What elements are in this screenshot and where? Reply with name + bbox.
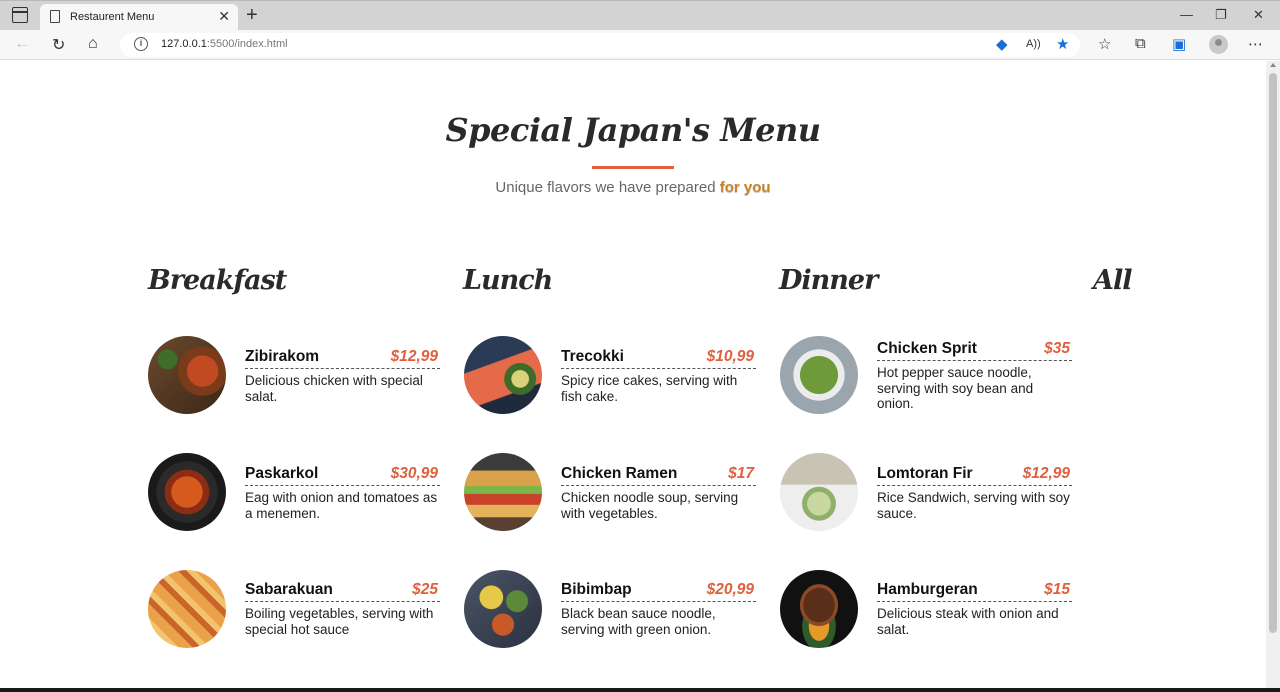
- dish-description: Hot pepper sauce noodle, serving with so…: [877, 365, 1034, 411]
- dish-divider: [245, 368, 440, 369]
- dish-divider: [877, 601, 1072, 602]
- collections-icon[interactable]: ⧉: [1135, 35, 1146, 52]
- site-info-icon[interactable]: i: [134, 37, 148, 51]
- dish-price: $35: [1044, 340, 1070, 357]
- refresh-icon[interactable]: ↻: [52, 35, 65, 55]
- dish-name: Bibimbap: [561, 581, 632, 598]
- new-tab-icon[interactable]: +: [246, 4, 258, 27]
- dish-description: Spicy rice cakes, serving with fish cake…: [561, 373, 738, 404]
- dish-price: $15: [1044, 581, 1070, 598]
- dish-price: $20,99: [706, 581, 754, 598]
- dish-name: Paskarkol: [245, 465, 319, 482]
- home-icon[interactable]: ⌂: [88, 35, 98, 53]
- close-tab-icon[interactable]: ✕: [218, 8, 230, 25]
- document-icon: [50, 10, 60, 23]
- page-scrollbar[interactable]: [1266, 61, 1280, 688]
- dish-photo: [464, 453, 542, 531]
- dish-description: Eag with onion and tomatoes as a menemen…: [245, 490, 438, 521]
- tab-actions-icon[interactable]: [12, 7, 28, 23]
- minimize-icon[interactable]: —: [1180, 7, 1193, 22]
- title-underline: [592, 166, 674, 169]
- back-icon[interactable]: ←: [14, 35, 30, 53]
- menu-item: Chicken Ramen $17 Chicken noodle soup, s…: [464, 453, 756, 533]
- menu-item: Paskarkol $30,99 Eag with onion and toma…: [148, 453, 440, 533]
- dish-photo: [148, 336, 226, 414]
- menu-item: Lomtoran Fir $12,99 Rice Sandwich, servi…: [780, 453, 1072, 533]
- menu-item: Chicken Sprit $35 Hot pepper sauce noodl…: [780, 336, 1072, 416]
- dish-name: Hamburgeran: [877, 581, 978, 598]
- browser-tab[interactable]: Restaurent Menu ✕: [40, 4, 238, 31]
- dish-divider: [877, 485, 1072, 486]
- dish-divider: [561, 485, 756, 486]
- browser-titlebar: Restaurent Menu ✕ + — ❐ ✕: [0, 0, 1280, 31]
- category-breakfast[interactable]: Breakfast: [148, 265, 287, 296]
- dish-name: Chicken Sprit: [877, 340, 977, 357]
- dish-name: Lomtoran Fir: [877, 465, 973, 482]
- category-lunch[interactable]: Lunch: [463, 265, 553, 296]
- read-aloud-icon[interactable]: A)): [1026, 38, 1041, 50]
- scroll-up-icon[interactable]: [1270, 63, 1276, 67]
- category-dinner[interactable]: Dinner: [779, 265, 878, 296]
- dish-name: Chicken Ramen: [561, 465, 678, 482]
- dish-price: $12,99: [390, 348, 438, 365]
- address-bar[interactable]: i 127.0.0.1:5500/index.html: [120, 33, 1080, 57]
- dish-price: $12,99: [1022, 465, 1070, 482]
- more-options-icon[interactable]: ⋯: [1248, 35, 1263, 53]
- dish-price: $17: [728, 465, 754, 482]
- window-bottom-edge: [0, 688, 1280, 692]
- dish-photo: [148, 453, 226, 531]
- dish-description: Delicious steak with onion and salat.: [877, 606, 1059, 637]
- dish-name: Sabarakuan: [245, 581, 333, 598]
- menu-item: Hamburgeran $15 Delicious steak with oni…: [780, 570, 1072, 650]
- dish-photo: [780, 453, 858, 531]
- dish-divider: [877, 360, 1072, 361]
- url-text[interactable]: 127.0.0.1:5500/index.html: [161, 38, 288, 50]
- dish-description: Black bean sauce noodle, serving with gr…: [561, 606, 716, 637]
- dish-divider: [245, 601, 440, 602]
- browser-toolbar: ← ↻ ⌂ i 127.0.0.1:5500/index.html ◆ A)) …: [0, 30, 1280, 60]
- dish-description: Boiling vegetables, serving with special…: [245, 606, 434, 637]
- dish-photo: [464, 336, 542, 414]
- menu-subtitle: Unique flavors we have prepared for you: [495, 179, 771, 196]
- page-viewport: Special Japan's Menu Unique flavors we h…: [0, 61, 1266, 688]
- menu-item: Bibimbap $20,99 Black bean sauce noodle,…: [464, 570, 756, 650]
- dish-name: Zibirakom: [245, 348, 320, 365]
- category-all[interactable]: All: [1093, 265, 1132, 296]
- close-window-icon[interactable]: ✕: [1253, 7, 1264, 23]
- dish-price: $10,99: [706, 348, 754, 365]
- shopping-tag-icon[interactable]: ◆: [996, 35, 1008, 53]
- scrollbar-thumb[interactable]: [1269, 73, 1277, 633]
- dish-photo: [780, 336, 858, 414]
- menu-item: Sabarakuan $25 Boiling vegetables, servi…: [148, 570, 440, 650]
- menu-item: Zibirakom $12,99 Delicious chicken with …: [148, 336, 440, 416]
- dish-description: Chicken noodle soup, serving with vegeta…: [561, 490, 739, 521]
- edge-extension-icon[interactable]: ▣: [1172, 35, 1186, 53]
- dish-price: $25: [412, 581, 438, 598]
- dish-name: Trecokki: [561, 348, 624, 365]
- favorites-icon[interactable]: ☆: [1098, 35, 1111, 53]
- dish-photo: [464, 570, 542, 648]
- dish-divider: [561, 368, 756, 369]
- dish-photo: [148, 570, 226, 648]
- menu-title: Special Japan's Menu: [445, 111, 821, 149]
- menu-item: Trecokki $10,99 Spicy rice cakes, servin…: [464, 336, 756, 416]
- dish-description: Rice Sandwich, serving with soy sauce.: [877, 490, 1070, 521]
- dish-photo: [780, 570, 858, 648]
- tab-title: Restaurent Menu: [70, 11, 155, 23]
- restore-icon[interactable]: ❐: [1215, 7, 1227, 23]
- dish-divider: [245, 485, 440, 486]
- dish-description: Delicious chicken with special salat.: [245, 373, 423, 404]
- dish-price: $30,99: [390, 465, 438, 482]
- dish-divider: [561, 601, 756, 602]
- profile-avatar[interactable]: [1209, 35, 1228, 54]
- favorite-star-icon[interactable]: ★: [1056, 35, 1069, 53]
